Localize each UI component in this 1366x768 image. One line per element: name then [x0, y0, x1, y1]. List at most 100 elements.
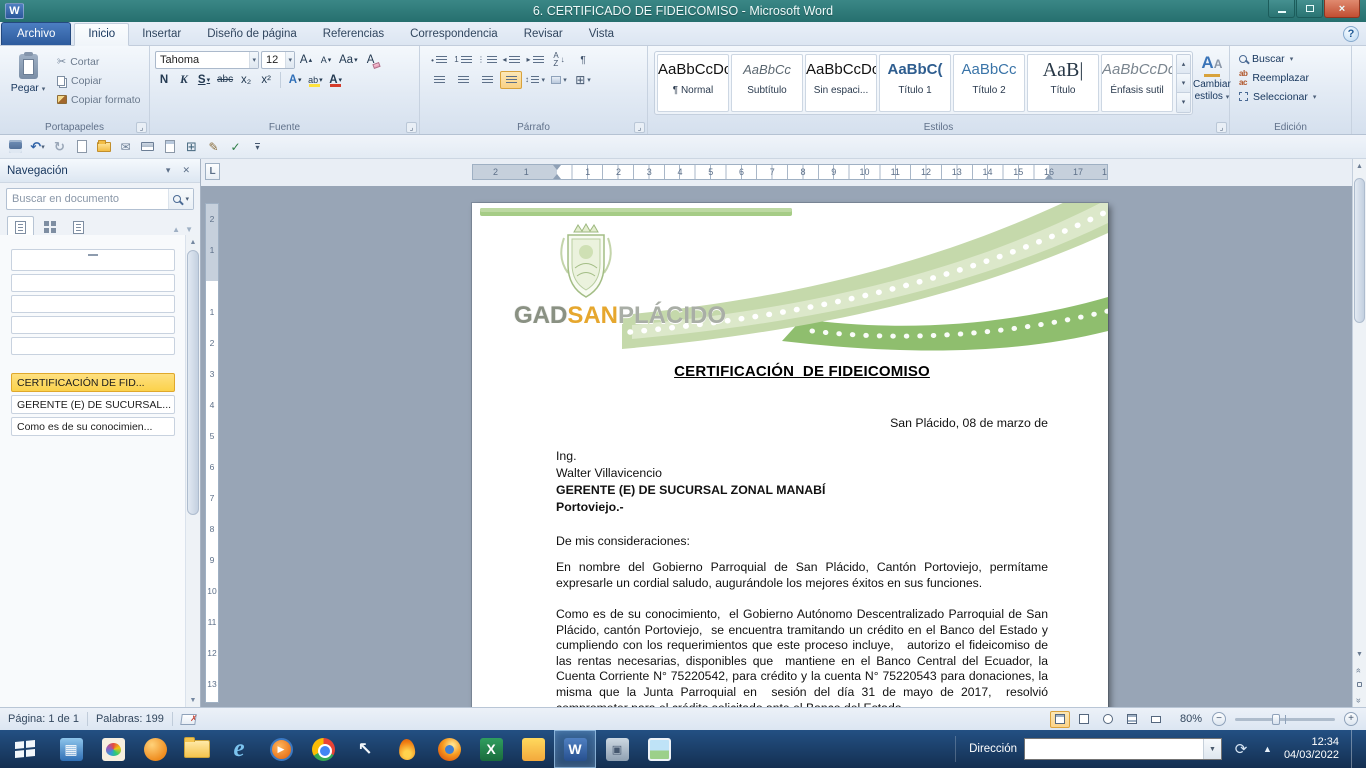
restore-button[interactable] [1296, 0, 1323, 18]
align-left-button[interactable] [428, 71, 450, 89]
bold-button[interactable]: N [155, 71, 173, 88]
first-line-indent-marker[interactable] [553, 165, 561, 170]
styles-scroll-down-button[interactable]: ▾ [1177, 74, 1190, 93]
increase-indent-button[interactable]: ▸ [524, 51, 546, 69]
font-family-combobox[interactable]: Tahoma▾ [155, 51, 259, 69]
outline-view-button[interactable] [1122, 711, 1142, 728]
vertical-ruler[interactable]: 2112345678910111213 [205, 203, 219, 703]
redo-button[interactable]: ↻ [49, 137, 70, 156]
find-button[interactable]: Buscar▾ [1232, 49, 1349, 68]
undo-button[interactable]: ↶▾ [27, 137, 48, 156]
style-titulo-1[interactable]: AaBbC(Título 1 [879, 54, 951, 112]
zoom-slider[interactable] [1235, 718, 1335, 721]
word-count-label[interactable]: Palabras: 199 [96, 713, 164, 725]
styles-scroll-up-button[interactable]: ▴ [1177, 55, 1190, 74]
address-go-button[interactable]: ⟳ [1229, 737, 1253, 761]
superscript-button[interactable]: x² [257, 71, 275, 88]
font-size-combobox[interactable]: 12▾ [261, 51, 295, 69]
taskbar-icon-torch[interactable] [386, 730, 428, 768]
scroll-up-icon[interactable]: ▲ [1353, 159, 1366, 174]
nav-item-top[interactable] [11, 249, 175, 271]
tab-archivo[interactable]: Archivo [1, 22, 71, 45]
nav-item-certificacion[interactable]: CERTIFICACIÓN DE FID... [11, 373, 175, 392]
nav-scrollbar-thumb[interactable] [187, 250, 199, 515]
underline-button[interactable]: S▾ [195, 71, 213, 88]
shading-button[interactable]: ▾ [548, 71, 570, 89]
nav-item-blank[interactable] [11, 337, 175, 355]
paragraph-dialog-launcher[interactable]: ⌟ [634, 122, 645, 133]
text-effects-button[interactable]: A▾ [286, 71, 304, 88]
print-layout-view-button[interactable] [1050, 711, 1070, 728]
style-subtitulo[interactable]: AaBbCcSubtítulo [731, 54, 803, 112]
decrease-indent-button[interactable]: ◂ [500, 51, 522, 69]
page-count-label[interactable]: Página: 1 de 1 [8, 713, 79, 725]
highlight-color-button[interactable]: ab▾ [306, 71, 325, 88]
new-document-button[interactable] [71, 137, 92, 156]
next-result-icon[interactable]: ▼ [185, 225, 193, 234]
show-desktop-button[interactable] [1351, 730, 1358, 768]
style-sin-espaciado[interactable]: AaBbCcDcSin espaci... [805, 54, 877, 112]
scrollbar-thumb[interactable] [1354, 178, 1365, 323]
font-dialog-launcher[interactable]: ⌟ [406, 122, 417, 133]
document-viewport[interactable]: GADSANPLÁCIDO CERTIFICACIÓN DE FIDEICOMI… [201, 186, 1352, 707]
nav-scroll-down-icon[interactable]: ▼ [186, 693, 200, 707]
document-search-input[interactable] [7, 193, 168, 205]
taskbar-icon-file-explorer[interactable] [176, 730, 218, 768]
zoom-in-button[interactable]: + [1344, 712, 1358, 726]
draft-view-button[interactable] [1146, 711, 1166, 728]
tab-diseno[interactable]: Diseño de página [194, 24, 310, 45]
search-options-dropdown[interactable]: ▾ [185, 195, 189, 203]
address-input[interactable] [1025, 739, 1203, 759]
hanging-indent-marker[interactable] [553, 174, 561, 179]
copy-button[interactable]: Copiar [54, 72, 143, 89]
tab-inicio[interactable]: Inicio [74, 23, 129, 46]
zoom-level-label[interactable]: 80% [1180, 713, 1202, 725]
tab-correspondencia[interactable]: Correspondencia [397, 24, 511, 45]
start-button[interactable] [0, 730, 50, 768]
spelling-button[interactable]: ✓ [225, 137, 246, 156]
style-titulo[interactable]: AaB|Título [1027, 54, 1099, 112]
format-painter-button[interactable]: Copiar formato [54, 91, 143, 108]
styles-dialog-launcher[interactable]: ⌟ [1216, 122, 1227, 133]
paste-button[interactable]: Pegar ▾ [6, 49, 50, 108]
taskbar-icon-system[interactable]: ▣ [596, 730, 638, 768]
full-screen-reading-view-button[interactable] [1074, 711, 1094, 728]
line-spacing-button[interactable]: ↕▾ [524, 71, 546, 89]
taskbar-icon-calculator[interactable]: ▦ [50, 730, 92, 768]
replace-button[interactable]: abacReemplazar [1232, 68, 1349, 87]
minimize-button[interactable] [1268, 0, 1295, 18]
cut-button[interactable]: ✂Cortar [54, 53, 143, 70]
taskbar-icon-media-player[interactable]: ▶ [260, 730, 302, 768]
email-button[interactable]: ✉ [115, 137, 136, 156]
nav-item-blank[interactable] [11, 274, 175, 292]
taskbar-icon-excel[interactable]: X [470, 730, 512, 768]
tab-referencias[interactable]: Referencias [310, 24, 397, 45]
taskbar-icon-firefox[interactable] [428, 730, 470, 768]
bullets-button[interactable]: • [428, 51, 450, 69]
show-hidden-icons-button[interactable]: ▲ [1263, 744, 1272, 754]
style-enfasis-sutil[interactable]: AaBbCcDcÉnfasis sutil [1101, 54, 1173, 112]
style-normal[interactable]: AaBbCcDc¶ Normal [657, 54, 729, 112]
draw-table-button[interactable]: ⊞ [181, 137, 202, 156]
zoom-slider-thumb[interactable] [1272, 714, 1280, 725]
nav-item-blank[interactable] [11, 295, 175, 313]
nav-scroll-up-icon[interactable]: ▲ [186, 235, 200, 249]
align-center-button[interactable] [452, 71, 474, 89]
save-button[interactable] [5, 137, 26, 156]
horizontal-ruler[interactable]: 21123456789101112131415161718 [472, 164, 1108, 180]
taskbar-icon-browser-ball[interactable] [134, 730, 176, 768]
close-button[interactable]: × [1324, 0, 1360, 18]
change-case-button[interactable]: Aa▾ [337, 52, 360, 69]
taskbar-icon-pointer[interactable]: ↖ [344, 730, 386, 768]
select-browse-object-button[interactable] [1353, 677, 1366, 692]
tab-stop-selector[interactable]: L [205, 163, 220, 180]
scroll-down-icon[interactable]: ▼ [1353, 647, 1366, 662]
sort-button[interactable]: AZ↓ [548, 51, 570, 69]
nav-item-blank[interactable] [11, 316, 175, 334]
previous-page-button[interactable]: « [1353, 662, 1366, 677]
nav-item-gerente[interactable]: GERENTE (E) DE SUCURSAL... [11, 395, 175, 414]
style-titulo-2[interactable]: AaBbCcTítulo 2 [953, 54, 1025, 112]
next-page-button[interactable]: » [1353, 692, 1366, 707]
previous-result-icon[interactable]: ▲ [172, 225, 180, 234]
align-right-button[interactable] [476, 71, 498, 89]
